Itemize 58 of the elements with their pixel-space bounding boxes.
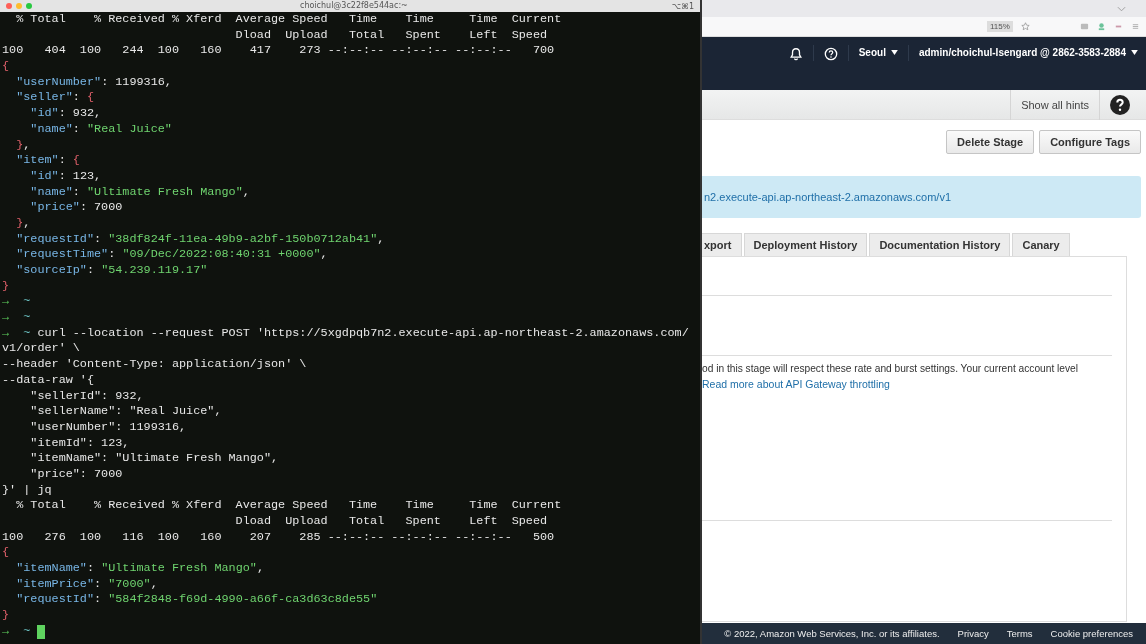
- terminal-line: {: [2, 59, 10, 75]
- terminal-line: }: [2, 278, 10, 295]
- region-menu[interactable]: Seoul: [858, 45, 898, 60]
- terminal-line: "itemName": "Ultimate Fresh Mango",: [29, 451, 279, 467]
- action-button[interactable]: Configure Tags: [1039, 130, 1141, 154]
- terminal-line: Dload Upload Total Spent Left Speed: [234, 514, 548, 530]
- copyright-text: © 2022, Amazon Web Services, Inc. or its affiliates.: [724, 628, 940, 639]
- terminal-line: "price": 7000: [29, 466, 123, 483]
- zoom-badge[interactable]: 115%: [987, 21, 1013, 32]
- tab[interactable]: Deployment History: [743, 233, 868, 256]
- terminal-line: --data-raw '{: [2, 372, 95, 389]
- terminal-line: "sellerId": 932,: [29, 388, 144, 405]
- terminal-line: "seller": {: [15, 90, 95, 107]
- terminal-line: Dload Upload Total Spent Left Speed: [234, 27, 548, 44]
- terminal-line: v1/order' \: [2, 341, 80, 358]
- tab[interactable]: Documentation History: [869, 233, 1011, 256]
- terminal-line: 100 276 100 116 100 160 207 285 --:--:-- --:--:-- --:--:-- 500: [2, 529, 555, 546]
- terminal-line: "itemName": "Ultimate Fresh Mango",: [15, 561, 264, 577]
- throttling-text: od in this stage will respect these rate and burst settings. Your current account level: [702, 363, 1080, 374]
- terminal-line: "sourceIp": "54.239.119.17": [15, 263, 208, 279]
- terminal-line: },: [15, 137, 31, 154]
- terminal-line: "requestId": "584f2848-f69d-4990-a66f-ca3d63c8de55": [15, 592, 378, 609]
- tab[interactable]: xport: [702, 233, 742, 256]
- terminal-line: % Total % Received % Xferd Average Speed Time Time Time Current: [15, 498, 562, 514]
- terminal-line: "requestTime": "09/Dec/2022:08:40:31 +0000",: [15, 247, 328, 263]
- terminal-line: "id": 932,: [29, 106, 102, 122]
- terminal-line: "itemId": 123,: [29, 435, 130, 452]
- terminal-line: "itemPrice": "7000",: [15, 576, 158, 593]
- terminal-line: "item": {: [15, 153, 80, 169]
- account-menu[interactable]: admin/choichul-Isengard @ 2862-3583-2884: [918, 45, 1138, 60]
- action-button[interactable]: Delete Stage: [946, 130, 1035, 154]
- terminal-line: {: [2, 545, 10, 562]
- terminal-line: → ~ curl --location --request POST 'https://5xgdpqb7n2.execute-api.ap-northeast-2.amazonaws.com/: [2, 325, 689, 342]
- terminal-line: "name": "Real Juice": [29, 121, 172, 138]
- shortcut-label: ⌥⌘1: [671, 1, 694, 11]
- terminal-line: }: [2, 608, 10, 624]
- terminal-line: → ~: [2, 294, 31, 311]
- terminal-line: "userNumber": 1199316,: [29, 419, 187, 436]
- terminal-line: --header 'Content-Type: application/json' \: [2, 357, 307, 373]
- terminal-line: }' | jq: [2, 482, 52, 499]
- terminal-line: % Total % Received % Xferd Average Speed Time Time Time Current: [15, 12, 562, 28]
- footer-link[interactable]: Cookie preferences: [1050, 628, 1133, 639]
- terminal-line: "sellerName": "Real Juice",: [29, 404, 222, 420]
- tab[interactable]: Canary: [1012, 233, 1070, 256]
- invoke-url-link[interactable]: n2.execute-api.ap-northeast-2.amazonaws.com/v1: [702, 191, 952, 203]
- terminal-line: "requestId": "38df824f-11ea-49b9-a2bf-150b0712ab41",: [15, 231, 385, 248]
- footer-link[interactable]: Terms: [1006, 628, 1033, 639]
- terminal-line: "name": "Ultimate Fresh Mango",: [29, 184, 250, 201]
- window-title: choichul@3c22f8e544ac:~: [300, 0, 408, 12]
- terminal-line: → ~: [2, 623, 31, 640]
- terminal-line: "id": 123,: [29, 168, 102, 185]
- terminal-line: → ~: [2, 310, 31, 326]
- terminal-line: },: [15, 215, 31, 232]
- throttling-link[interactable]: Read more about API Gateway throttling: [702, 378, 890, 390]
- terminal-line: "price": 7000: [29, 200, 123, 216]
- footer-link[interactable]: Privacy: [957, 628, 989, 639]
- terminal-line: 100 404 100 244 100 160 417 273 --:--:-- --:--:-- --:--:-- 700: [2, 43, 555, 60]
- terminal-line: "userNumber": 1199316,: [15, 74, 172, 91]
